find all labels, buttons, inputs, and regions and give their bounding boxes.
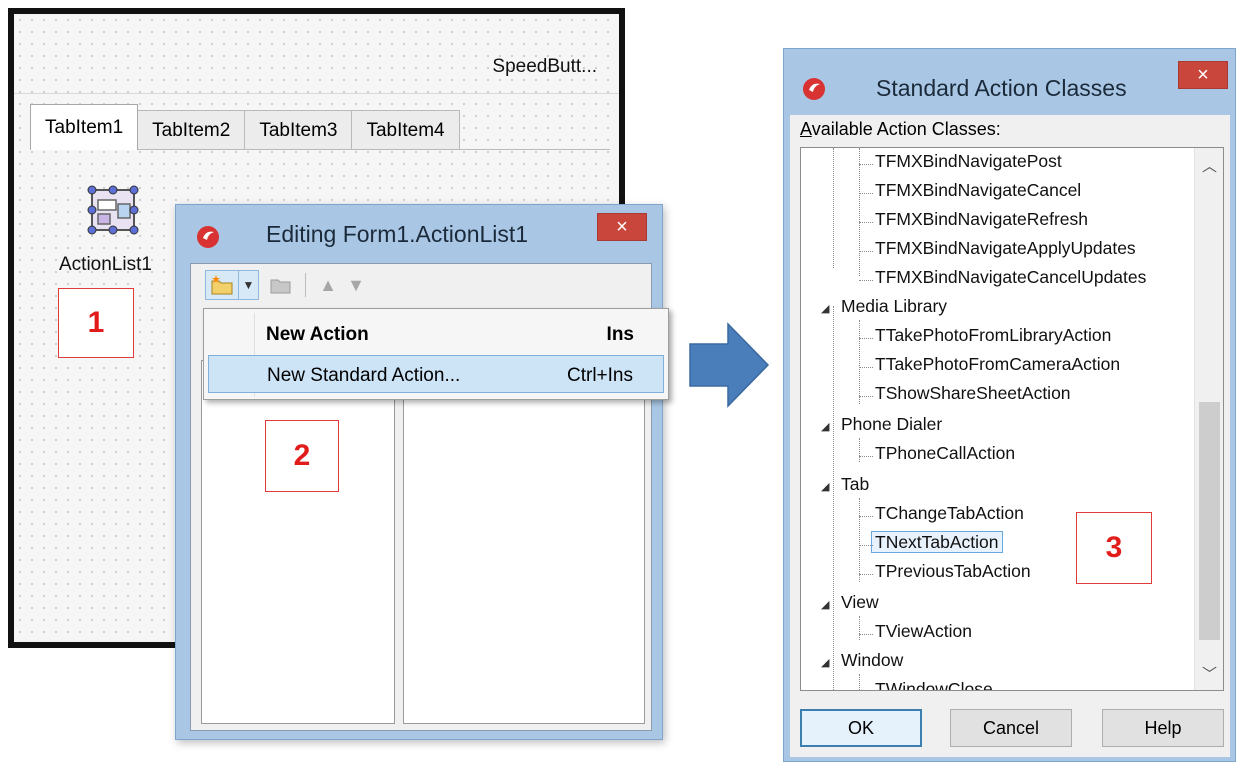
action-list-label: ActionList1 [59, 254, 152, 275]
callout-1: 1 [58, 288, 134, 358]
std-dialog-client: Available Action Classes: TFMXBindNaviga… [790, 115, 1230, 757]
collapse-icon: ◢ [821, 481, 830, 493]
collapse-icon: ◢ [821, 421, 830, 433]
close-button[interactable]: × [1178, 61, 1228, 89]
tree-item[interactable]: TFMXBindNavigateCancelUpdates [859, 267, 1146, 296]
callout-3: 3 [1076, 512, 1152, 584]
delete-action-button[interactable] [265, 270, 297, 300]
action-classes-tree[interactable]: TFMXBindNavigatePost TFMXBindNavigateCan… [800, 147, 1224, 691]
scrollbar-thumb[interactable] [1199, 402, 1220, 640]
tab-item-2[interactable]: TabItem2 [137, 110, 246, 150]
menu-item-label: New Standard Action... [267, 365, 461, 386]
toolbar-separator [305, 273, 306, 297]
move-down-button[interactable]: ▼ [342, 270, 370, 300]
editing-lists [201, 360, 645, 724]
new-action-menu: New Action Ins New Standard Action... Ct… [203, 308, 669, 400]
new-action-button[interactable] [205, 270, 239, 300]
action-list-icon[interactable] [86, 182, 142, 238]
menu-item-new-standard-action[interactable]: New Standard Action... Ctrl+Ins [208, 355, 664, 393]
tree-item[interactable]: TWindowClose [875, 679, 993, 690]
menu-item-new-action[interactable]: New Action Ins [208, 315, 664, 353]
standard-action-classes-dialog: Standard Action Classes × Available Acti… [783, 48, 1236, 762]
available-classes-label: Available Action Classes: [800, 119, 1001, 139]
close-button[interactable]: × [597, 213, 647, 241]
tree-item[interactable]: TViewAction [859, 621, 972, 650]
tab-control: TabItem1 TabItem2 TabItem3 TabItem4 [30, 104, 460, 150]
tree-item-selected[interactable]: TNextTabAction [859, 531, 1003, 561]
tree-group-window[interactable]: ◢ Window [821, 650, 903, 679]
callout-2: 2 [265, 420, 339, 492]
tree-item[interactable]: TPhoneCallAction [859, 443, 1015, 472]
new-action-icon [211, 275, 233, 295]
tab-item-4[interactable]: TabItem4 [351, 110, 460, 150]
std-dialog-title: Standard Action Classes [876, 75, 1127, 101]
tree-group-media-library[interactable]: ◢ Media Library [821, 296, 947, 325]
editing-dialog-title: Editing Form1.ActionList1 [266, 221, 529, 247]
collapse-icon: ◢ [821, 599, 830, 611]
tree-item[interactable]: TChangeTabAction [859, 503, 1024, 532]
tree-group-phone-dialer[interactable]: ◢ Phone Dialer [821, 414, 942, 443]
right-arrow-icon [688, 322, 770, 408]
tree-item[interactable]: TFMXBindNavigatePost [859, 151, 1062, 180]
tree-group-view[interactable]: ◢ View [821, 592, 879, 621]
app-icon [802, 77, 826, 101]
arrow-up-icon: ▲ [319, 274, 337, 295]
tree-item[interactable]: TFMXBindNavigateApplyUpdates [859, 238, 1136, 267]
app-icon [196, 225, 220, 249]
move-up-button[interactable]: ▲ [314, 270, 342, 300]
tree-item[interactable]: TFMXBindNavigateRefresh [859, 209, 1088, 238]
editing-dialog: Editing Form1.ActionList1 × ▼ ▲ ▼ [175, 204, 663, 740]
collapse-icon: ◢ [821, 303, 830, 315]
tree-item[interactable]: TTakePhotoFromCameraAction [859, 354, 1120, 383]
cancel-button[interactable]: Cancel [950, 709, 1072, 747]
scroll-down-icon[interactable]: ﹀ [1195, 660, 1223, 686]
tree-item[interactable]: TTakePhotoFromLibraryAction [859, 325, 1111, 354]
tab-item-1[interactable]: TabItem1 [30, 104, 139, 150]
actions-list[interactable] [403, 360, 645, 724]
menu-item-shortcut: Ctrl+Ins [567, 365, 633, 386]
tree-scrollbar[interactable]: ︿ ﹀ [1194, 148, 1223, 690]
menu-item-label: New Action [266, 324, 369, 345]
editing-dialog-titlebar[interactable]: Editing Form1.ActionList1 × [176, 205, 662, 261]
tree-item[interactable]: TFMXBindNavigateCancel [859, 180, 1081, 209]
tree-item[interactable]: TPreviousTabAction [859, 561, 1031, 590]
speed-button[interactable]: SpeedButt... [14, 14, 619, 94]
collapse-icon: ◢ [821, 657, 830, 669]
ok-button[interactable]: OK [800, 709, 922, 747]
tab-item-3[interactable]: TabItem3 [244, 110, 353, 150]
delete-action-icon [270, 279, 291, 294]
editing-toolbar: ▼ ▲ ▼ [191, 264, 651, 306]
scroll-up-icon[interactable]: ︿ [1195, 152, 1223, 178]
new-action-dropdown[interactable]: ▼ [239, 270, 259, 300]
tree-item[interactable]: TShowShareSheetAction [859, 383, 1071, 412]
help-button[interactable]: Help [1102, 709, 1224, 747]
categories-list[interactable] [201, 360, 395, 724]
arrow-down-icon: ▼ [347, 274, 365, 295]
speed-button-label: SpeedButt... [492, 56, 597, 77]
chevron-down-icon: ▼ [242, 278, 255, 292]
menu-item-shortcut: Ins [606, 324, 634, 345]
tree-group-tab[interactable]: ◢ Tab [821, 474, 869, 503]
